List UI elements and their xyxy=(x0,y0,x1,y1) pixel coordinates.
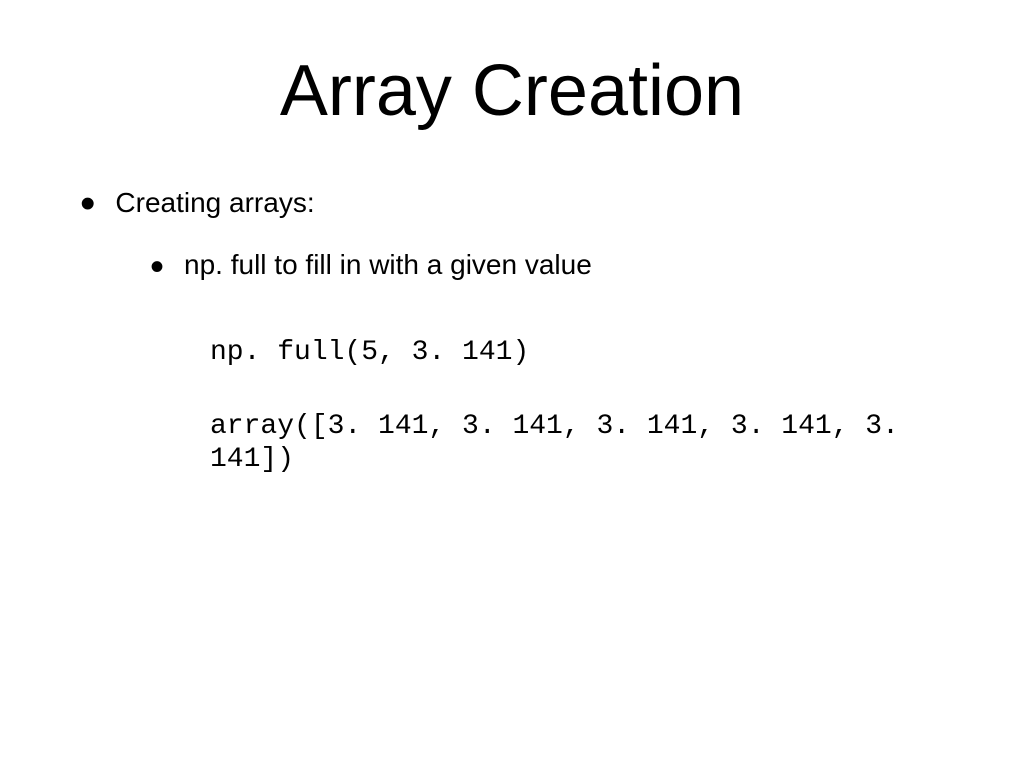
bullet-dot-icon: • xyxy=(80,193,95,215)
bullet-level-1: • Creating arrays: xyxy=(80,187,964,219)
bullet-dot-icon: • xyxy=(150,257,164,277)
code-line: array([3. 141, 3. 141, 3. 141, 3. 141, 3… xyxy=(210,410,964,477)
slide-title: Array Creation xyxy=(60,50,964,132)
code-line: np. full(5, 3. 141) xyxy=(210,336,964,370)
bullet-text: Creating arrays: xyxy=(115,187,314,219)
code-block: np. full(5, 3. 141) array([3. 141, 3. 14… xyxy=(210,336,964,477)
slide: Array Creation • Creating arrays: • np. … xyxy=(0,0,1024,768)
bullet-level-2: • np. full to fill in with a given value xyxy=(150,249,964,281)
bullet-text: np. full to fill in with a given value xyxy=(184,249,592,281)
